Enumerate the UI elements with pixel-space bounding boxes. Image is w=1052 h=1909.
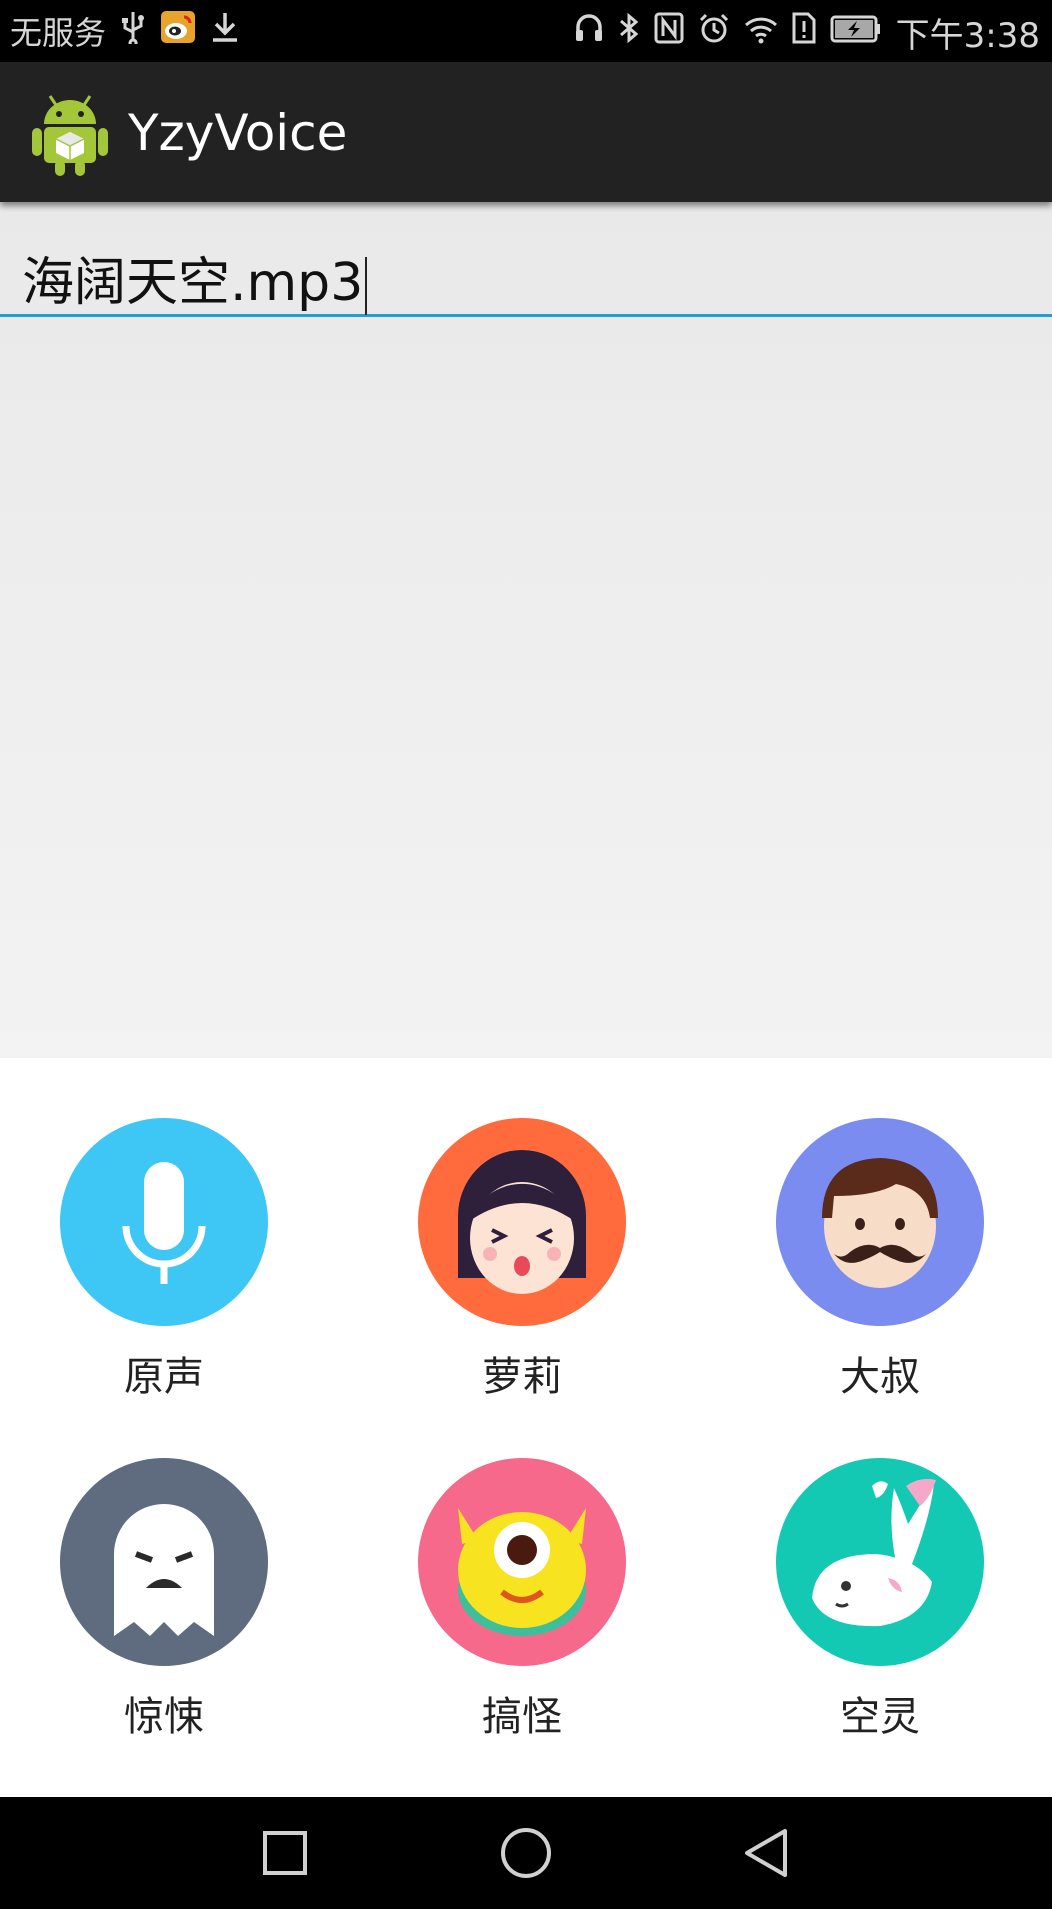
action-bar: YzyVoice xyxy=(0,62,1052,202)
file-name-input[interactable]: 海阔天空.mp3 xyxy=(0,230,1052,317)
alarm-icon xyxy=(698,12,730,53)
carrier-text: 无服务 xyxy=(10,14,107,52)
fish-icon xyxy=(776,1458,984,1666)
effect-uncle-button[interactable]: 大叔 xyxy=(730,1118,1030,1402)
voice-effects-panel: 原声 萝莉 大叔 惊悚 搞怪 空灵 xyxy=(0,1058,1052,1797)
home-icon[interactable] xyxy=(496,1823,556,1883)
effect-label: 空灵 xyxy=(840,1694,920,1740)
status-left: 无服务 xyxy=(10,8,240,54)
effect-loli-button[interactable]: 萝莉 xyxy=(372,1118,672,1402)
effect-label: 惊悚 xyxy=(124,1694,204,1740)
one-eyed-monster-icon xyxy=(418,1458,626,1666)
wifi-icon xyxy=(744,13,778,53)
text-cursor xyxy=(365,257,368,315)
clock-text: 下午3:38 xyxy=(895,16,1040,56)
app-title: YzyVoice xyxy=(128,104,348,162)
effect-ethereal-button[interactable]: 空灵 xyxy=(730,1458,1030,1742)
sim-alert-icon xyxy=(792,12,816,53)
file-name-value: 海阔天空.mp3 xyxy=(22,253,364,313)
effect-label: 大叔 xyxy=(840,1354,920,1400)
usb-icon xyxy=(120,10,146,52)
effect-original-button[interactable]: 原声 xyxy=(14,1118,314,1402)
ghost-icon xyxy=(60,1458,268,1666)
microphone-icon xyxy=(60,1118,268,1326)
girl-face-icon xyxy=(418,1118,626,1326)
effect-label: 萝莉 xyxy=(482,1354,562,1400)
effect-horror-button[interactable]: 惊悚 xyxy=(14,1458,314,1742)
status-right: 下午3:38 xyxy=(574,8,1040,57)
status-bar: 无服务 下午3:38 xyxy=(0,0,1052,62)
nfc-icon xyxy=(654,12,684,53)
back-icon[interactable] xyxy=(737,1823,797,1883)
recent-apps-icon[interactable] xyxy=(255,1823,315,1883)
navigation-bar xyxy=(0,1797,1052,1909)
effect-label: 原声 xyxy=(124,1354,204,1400)
bluetooth-icon xyxy=(618,12,640,53)
mustache-man-icon xyxy=(776,1118,984,1326)
content-area: 海阔天空.mp3 xyxy=(0,202,1052,1058)
download-icon xyxy=(210,10,240,52)
headset-icon xyxy=(574,12,604,53)
android-logo-icon xyxy=(28,88,112,178)
weibo-icon xyxy=(160,10,196,52)
effect-funny-button[interactable]: 搞怪 xyxy=(372,1458,672,1742)
battery-charging-icon xyxy=(830,13,882,53)
effect-label: 搞怪 xyxy=(482,1694,562,1740)
